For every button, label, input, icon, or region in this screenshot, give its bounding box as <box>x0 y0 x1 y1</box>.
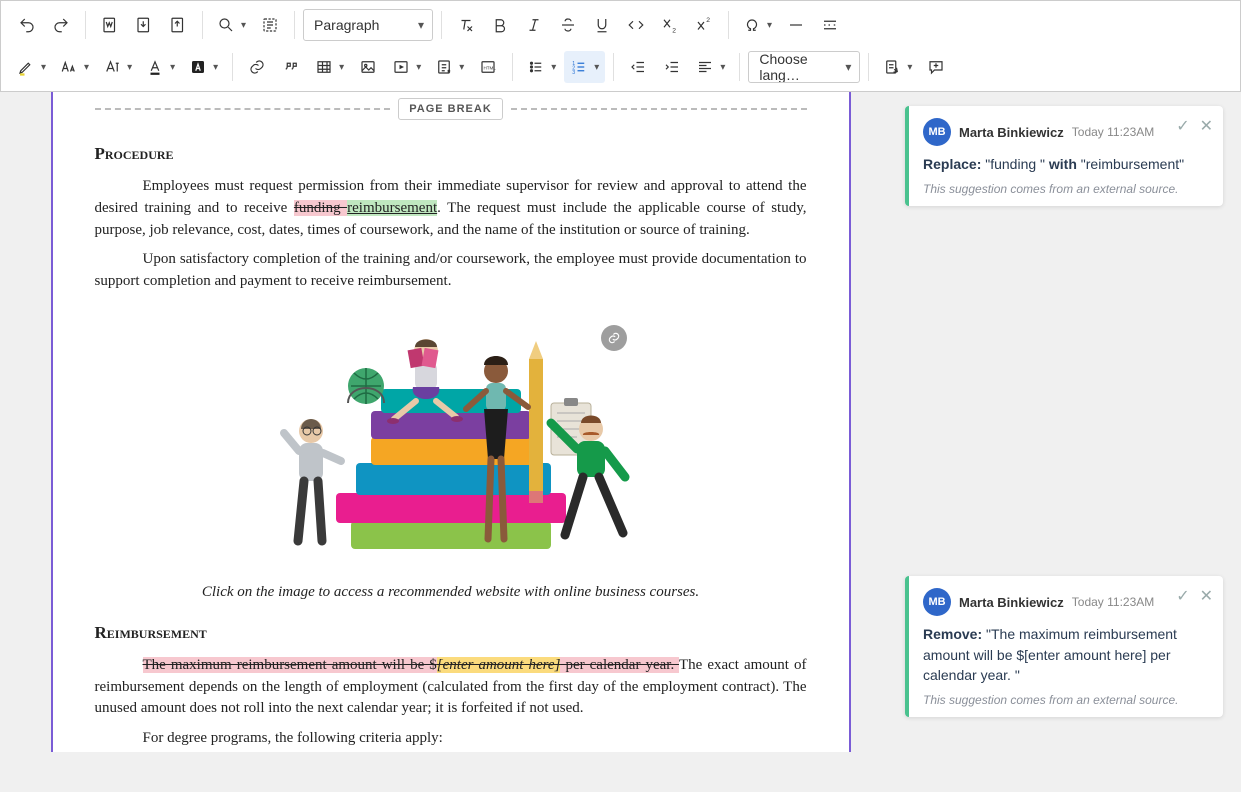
comment-note: This suggestion comes from an external s… <box>923 182 1209 196</box>
bulleted-list-button[interactable]: ▾ <box>521 51 562 83</box>
blockquote-button[interactable] <box>275 51 307 83</box>
section-heading-reimbursement: Reimbursement <box>95 623 807 643</box>
reject-suggestion-button[interactable]: ✕ <box>1200 586 1213 606</box>
import-word-button[interactable] <box>94 9 126 41</box>
add-comment-button[interactable] <box>920 51 952 83</box>
editor-area[interactable]: PAGE BREAK Procedure Employees must requ… <box>0 92 901 792</box>
reject-suggestion-button[interactable]: ✕ <box>1200 116 1213 136</box>
svg-text:3: 3 <box>573 70 576 76</box>
paragraph[interactable]: Upon satisfactory completion of the trai… <box>95 249 807 293</box>
suggestion-insertion[interactable]: reimbursement <box>347 200 437 216</box>
find-replace-button[interactable]: ▾ <box>211 9 252 41</box>
illustration <box>251 311 651 571</box>
bold-button[interactable] <box>484 9 516 41</box>
comment-time: Today 11:23AM <box>1072 595 1155 609</box>
comment-author: Marta Binkiewicz <box>959 125 1064 140</box>
select-all-button[interactable] <box>254 9 286 41</box>
horizontal-line-button[interactable] <box>780 9 812 41</box>
page-break-indicator: PAGE BREAK <box>95 98 807 120</box>
export-pdf-button[interactable] <box>162 9 194 41</box>
suggestion-card[interactable]: ✓ ✕ MB Marta Binkiewicz Today 11:23AM Re… <box>905 576 1223 717</box>
svg-text:2: 2 <box>706 17 710 24</box>
strikethrough-button[interactable] <box>552 9 584 41</box>
font-family-button[interactable]: ▾ <box>97 51 138 83</box>
paragraph-style-select[interactable]: Paragraph <box>303 9 433 41</box>
accept-suggestion-button[interactable]: ✓ <box>1176 586 1189 606</box>
avatar: MB <box>923 118 951 146</box>
subscript-button[interactable]: 2 <box>654 9 686 41</box>
export-word-button[interactable] <box>128 9 160 41</box>
svg-text:HTML: HTML <box>484 65 497 70</box>
document-image[interactable] <box>95 311 807 576</box>
track-changes-button[interactable]: ▾ <box>877 51 918 83</box>
outdent-button[interactable] <box>622 51 654 83</box>
insert-table-button[interactable]: ▾ <box>309 51 350 83</box>
paragraph[interactable]: The maximum reimbursement amount will be… <box>95 655 807 720</box>
accept-suggestion-button[interactable]: ✓ <box>1176 116 1189 136</box>
insert-media-button[interactable]: ▾ <box>386 51 427 83</box>
underline-button[interactable] <box>586 9 618 41</box>
link-icon[interactable] <box>601 325 627 351</box>
insert-html-button[interactable]: HTML <box>472 51 504 83</box>
undo-button[interactable] <box>11 9 43 41</box>
font-color-button[interactable]: ▾ <box>140 51 181 83</box>
highlight-button[interactable]: ▾ <box>11 51 52 83</box>
paragraph[interactable]: Employees must request permission from t… <box>95 176 807 241</box>
document-page[interactable]: PAGE BREAK Procedure Employees must requ… <box>51 92 851 752</box>
avatar: MB <box>923 588 951 616</box>
suggestion-card[interactable]: ✓ ✕ MB Marta Binkiewicz Today 11:23AM Re… <box>905 106 1223 206</box>
code-button[interactable] <box>620 9 652 41</box>
page-break-label: PAGE BREAK <box>398 98 503 120</box>
paragraph[interactable]: For degree programs, the following crite… <box>95 728 807 750</box>
comment-time: Today 11:23AM <box>1072 125 1155 139</box>
insert-template-button[interactable]: ▾ <box>429 51 470 83</box>
comment-body: Replace: "funding " with "reimbursement" <box>923 154 1209 174</box>
suggestion-deletion[interactable]: The maximum reimbursement amount will be… <box>143 657 679 673</box>
alignment-button[interactable]: ▾ <box>690 51 731 83</box>
redo-button[interactable] <box>45 9 77 41</box>
numbered-list-button[interactable]: 123▾ <box>564 51 605 83</box>
italic-button[interactable] <box>518 9 550 41</box>
comment-note: This suggestion comes from an external s… <box>923 693 1209 707</box>
comment-body: Remove: "The maximum reimbursement amoun… <box>923 624 1209 685</box>
font-background-button[interactable]: ▾ <box>183 51 224 83</box>
language-select[interactable]: Choose lang… <box>748 51 860 83</box>
font-size-button[interactable]: ▾ <box>54 51 95 83</box>
indent-button[interactable] <box>656 51 688 83</box>
section-heading-procedure: Procedure <box>95 144 807 164</box>
link-button[interactable] <box>241 51 273 83</box>
suggestion-deletion[interactable]: funding <box>294 200 347 216</box>
toolbar: ▾ Paragraph 2 2 ▾ ▾ ▾ ▾ ▾ ▾ ▾ ▾ ▾ HTML ▾… <box>0 0 1241 92</box>
special-characters-button[interactable]: ▾ <box>737 9 778 41</box>
page-break-button[interactable] <box>814 9 846 41</box>
svg-text:2: 2 <box>672 28 676 35</box>
comments-sidebar: ✓ ✕ MB Marta Binkiewicz Today 11:23AM Re… <box>901 92 1241 792</box>
insert-image-button[interactable] <box>352 51 384 83</box>
image-caption: Click on the image to access a recommend… <box>95 584 807 601</box>
superscript-button[interactable]: 2 <box>688 9 720 41</box>
remove-format-button[interactable] <box>450 9 482 41</box>
comment-author: Marta Binkiewicz <box>959 595 1064 610</box>
